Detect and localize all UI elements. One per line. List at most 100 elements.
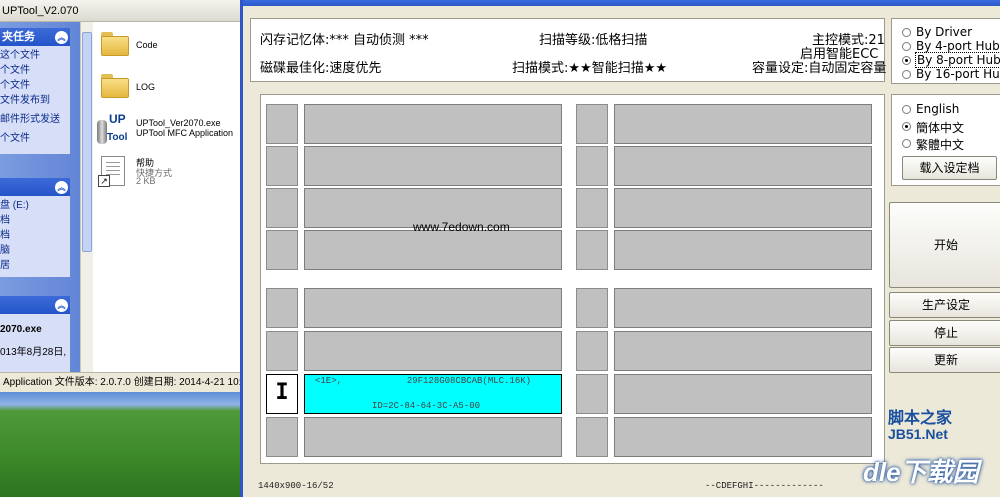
port-slot-bar — [304, 104, 562, 144]
explorer-title: UPTool_V2.070 — [0, 0, 240, 22]
collapse-chevron-icon[interactable]: ︽ — [55, 31, 68, 44]
scroll-thumb[interactable] — [82, 32, 92, 252]
task-link[interactable]: 个文件 — [0, 78, 70, 93]
explorer-task-pane: 夹任务 ︽ 这个文件 个文件 个文件 文件发布到 邮件形式发送 个文件 ︽ 盘 … — [0, 22, 80, 372]
file-list: Code LOG UP Tool UPTool_Ver2070.exe UPToo… — [93, 22, 240, 372]
folder-tasks-box: 夹任务 ︽ 这个文件 个文件 个文件 文件发布到 邮件形式发送 个文件 — [0, 28, 70, 154]
place-link[interactable]: 居 — [0, 258, 70, 273]
radio-label: English — [916, 102, 960, 116]
port-slot-indicator — [266, 288, 298, 328]
stop-button[interactable]: 停止 — [889, 320, 1000, 346]
radio-circle[interactable] — [902, 122, 911, 131]
place-link[interactable]: 档 — [0, 213, 70, 228]
file-item-help[interactable]: ↗ 帮助 快捷方式 2 KB — [93, 152, 240, 196]
port-slot-indicator — [576, 374, 608, 414]
jb51-watermark-logo: 脚本之家 — [888, 404, 952, 428]
port-slot-indicator — [266, 104, 298, 144]
folder-icon — [101, 74, 129, 98]
scan-level-info: 扫描等级:低格扫描 — [539, 33, 648, 48]
port-slot-indicator — [576, 331, 608, 371]
watermark-url: www.7edown.com — [413, 220, 510, 234]
port-slot-indicator — [576, 288, 608, 328]
port-slot-bar — [614, 188, 872, 228]
port-slot-bar — [614, 331, 872, 371]
radio-label: 繁體中文 — [916, 138, 965, 152]
details-header[interactable]: ︽ — [0, 296, 70, 314]
port-slot-bar — [304, 417, 562, 457]
radio-circle[interactable] — [902, 42, 911, 51]
watermark-area: 脚本之家 JB51.Net dle下载园 — [863, 400, 1000, 497]
explorer-scrollbar[interactable] — [80, 22, 93, 372]
radio-circle[interactable] — [902, 139, 911, 148]
port-slot-bar — [304, 331, 562, 371]
port-slot-bar — [614, 374, 872, 414]
jb51-watermark-cn: 脚本之家 — [888, 410, 953, 427]
flash-chip-info: <1E>, 29F128G08CBCAB(MLC.16K) — [315, 376, 532, 386]
radio-circle[interactable] — [902, 70, 911, 79]
drive-letters-status: --CDEFGHI------------- — [705, 481, 824, 491]
radio-circle[interactable] — [902, 105, 911, 114]
file-description: UPTool MFC Application — [136, 128, 234, 138]
file-item-uptool-exe[interactable]: UP Tool UPTool_Ver2070.exe UPTool MFC App… — [93, 110, 240, 154]
file-name: Code — [136, 40, 158, 50]
scan-mode-info: 扫描模式:★★智能扫描★★ — [512, 61, 667, 76]
port-slot-indicator — [576, 417, 608, 457]
radio-label: By 8-port Hub — [915, 52, 1000, 68]
port-slot-indicator — [576, 146, 608, 186]
place-link[interactable]: 盘 (E:) — [0, 198, 70, 213]
radio-circle[interactable] — [902, 28, 911, 37]
port-slot-indicator — [266, 146, 298, 186]
flash-chip-id: ID=2C-84-64-3C-A5-00 — [372, 401, 481, 411]
info-panel: 闪存记忆体:*** 自动侦测 *** 扫描等级:低格扫描 主控模式:21 启用智… — [250, 18, 887, 82]
details-date: 013年8月28日, — [0, 347, 67, 358]
desktop-wallpaper — [0, 392, 240, 497]
edown-watermark-logo: dle下载园 — [863, 457, 979, 487]
other-places-header[interactable]: ︽ — [0, 178, 70, 196]
port-slot-bar — [614, 417, 872, 457]
file-item-log[interactable]: LOG — [93, 68, 240, 112]
start-button[interactable]: 开始 — [889, 202, 1000, 288]
radio-label: 簡体中文 — [916, 121, 965, 135]
capacity-setting-info: 容量设定:自动固定容量 — [752, 61, 887, 76]
radio-label: By 4-port Hub — [916, 39, 1000, 53]
port-slot-bar — [614, 146, 872, 186]
uptool-status-bar: 1440x900-16/52 --CDEFGHI------------- — [250, 476, 885, 494]
uptool-titlebar[interactable] — [243, 0, 1000, 6]
refresh-button[interactable]: 更新 — [889, 347, 1000, 373]
task-link[interactable]: 邮件形式发送 — [0, 112, 70, 127]
uptool-window: 闪存记忆体:*** 自动侦测 *** 扫描等级:低格扫描 主控模式:21 启用智… — [240, 0, 1000, 497]
shortcut-document-icon: ↗ — [98, 156, 125, 187]
collapse-chevron-icon[interactable]: ︽ — [55, 299, 68, 312]
collapse-chevron-icon[interactable]: ︽ — [55, 181, 68, 194]
explorer-status-bar: Application 文件版本: 2.0.7.0 创建日期: 2014-4-2… — [0, 372, 240, 392]
port-slot-indicator — [576, 230, 608, 270]
task-link[interactable]: 这个文件 — [0, 48, 70, 63]
port-slot-bar — [304, 288, 562, 328]
other-places-box: ︽ 盘 (E:) 档 档 脑 居 — [0, 178, 70, 277]
flash-memory-info: 闪存记忆体:*** 自动侦测 *** — [260, 33, 429, 48]
task-link[interactable]: 个文件 — [0, 131, 70, 146]
port-slot-bar — [614, 288, 872, 328]
port-slot-indicator — [576, 188, 608, 228]
port-slot-indicator — [576, 104, 608, 144]
place-link[interactable]: 档 — [0, 228, 70, 243]
active-port-slot-bar: <1E>, 29F128G08CBCAB(MLC.16K) ID=2C-84-6… — [304, 374, 562, 414]
load-settings-button[interactable]: 载入设定档 — [902, 156, 997, 180]
jb51-watermark-en: JB51.Net — [888, 426, 948, 442]
port-slot-bar — [614, 104, 872, 144]
port-slot-grid: I <1E>, 29F128G08CBCAB(MLC.16K) ID=2C-84… — [260, 94, 885, 464]
production-settings-button[interactable]: 生产设定 — [889, 292, 1000, 318]
folder-tasks-header[interactable]: 夹任务 ︽ — [0, 28, 70, 46]
folder-icon — [101, 32, 129, 56]
place-link[interactable]: 脑 — [0, 243, 70, 258]
port-slot-indicator — [266, 331, 298, 371]
file-item-code[interactable]: Code — [93, 26, 240, 70]
task-link[interactable]: 个文件 — [0, 63, 70, 78]
folder-tasks-title: 夹任务 — [2, 31, 35, 43]
port-slot-bar — [304, 146, 562, 186]
port-slot-bar — [304, 230, 562, 270]
port-slot-indicator — [266, 188, 298, 228]
radio-circle[interactable] — [902, 56, 911, 65]
task-link[interactable]: 文件发布到 — [0, 93, 70, 108]
disk-optimize-info: 磁碟最佳化:速度优先 — [260, 61, 382, 76]
